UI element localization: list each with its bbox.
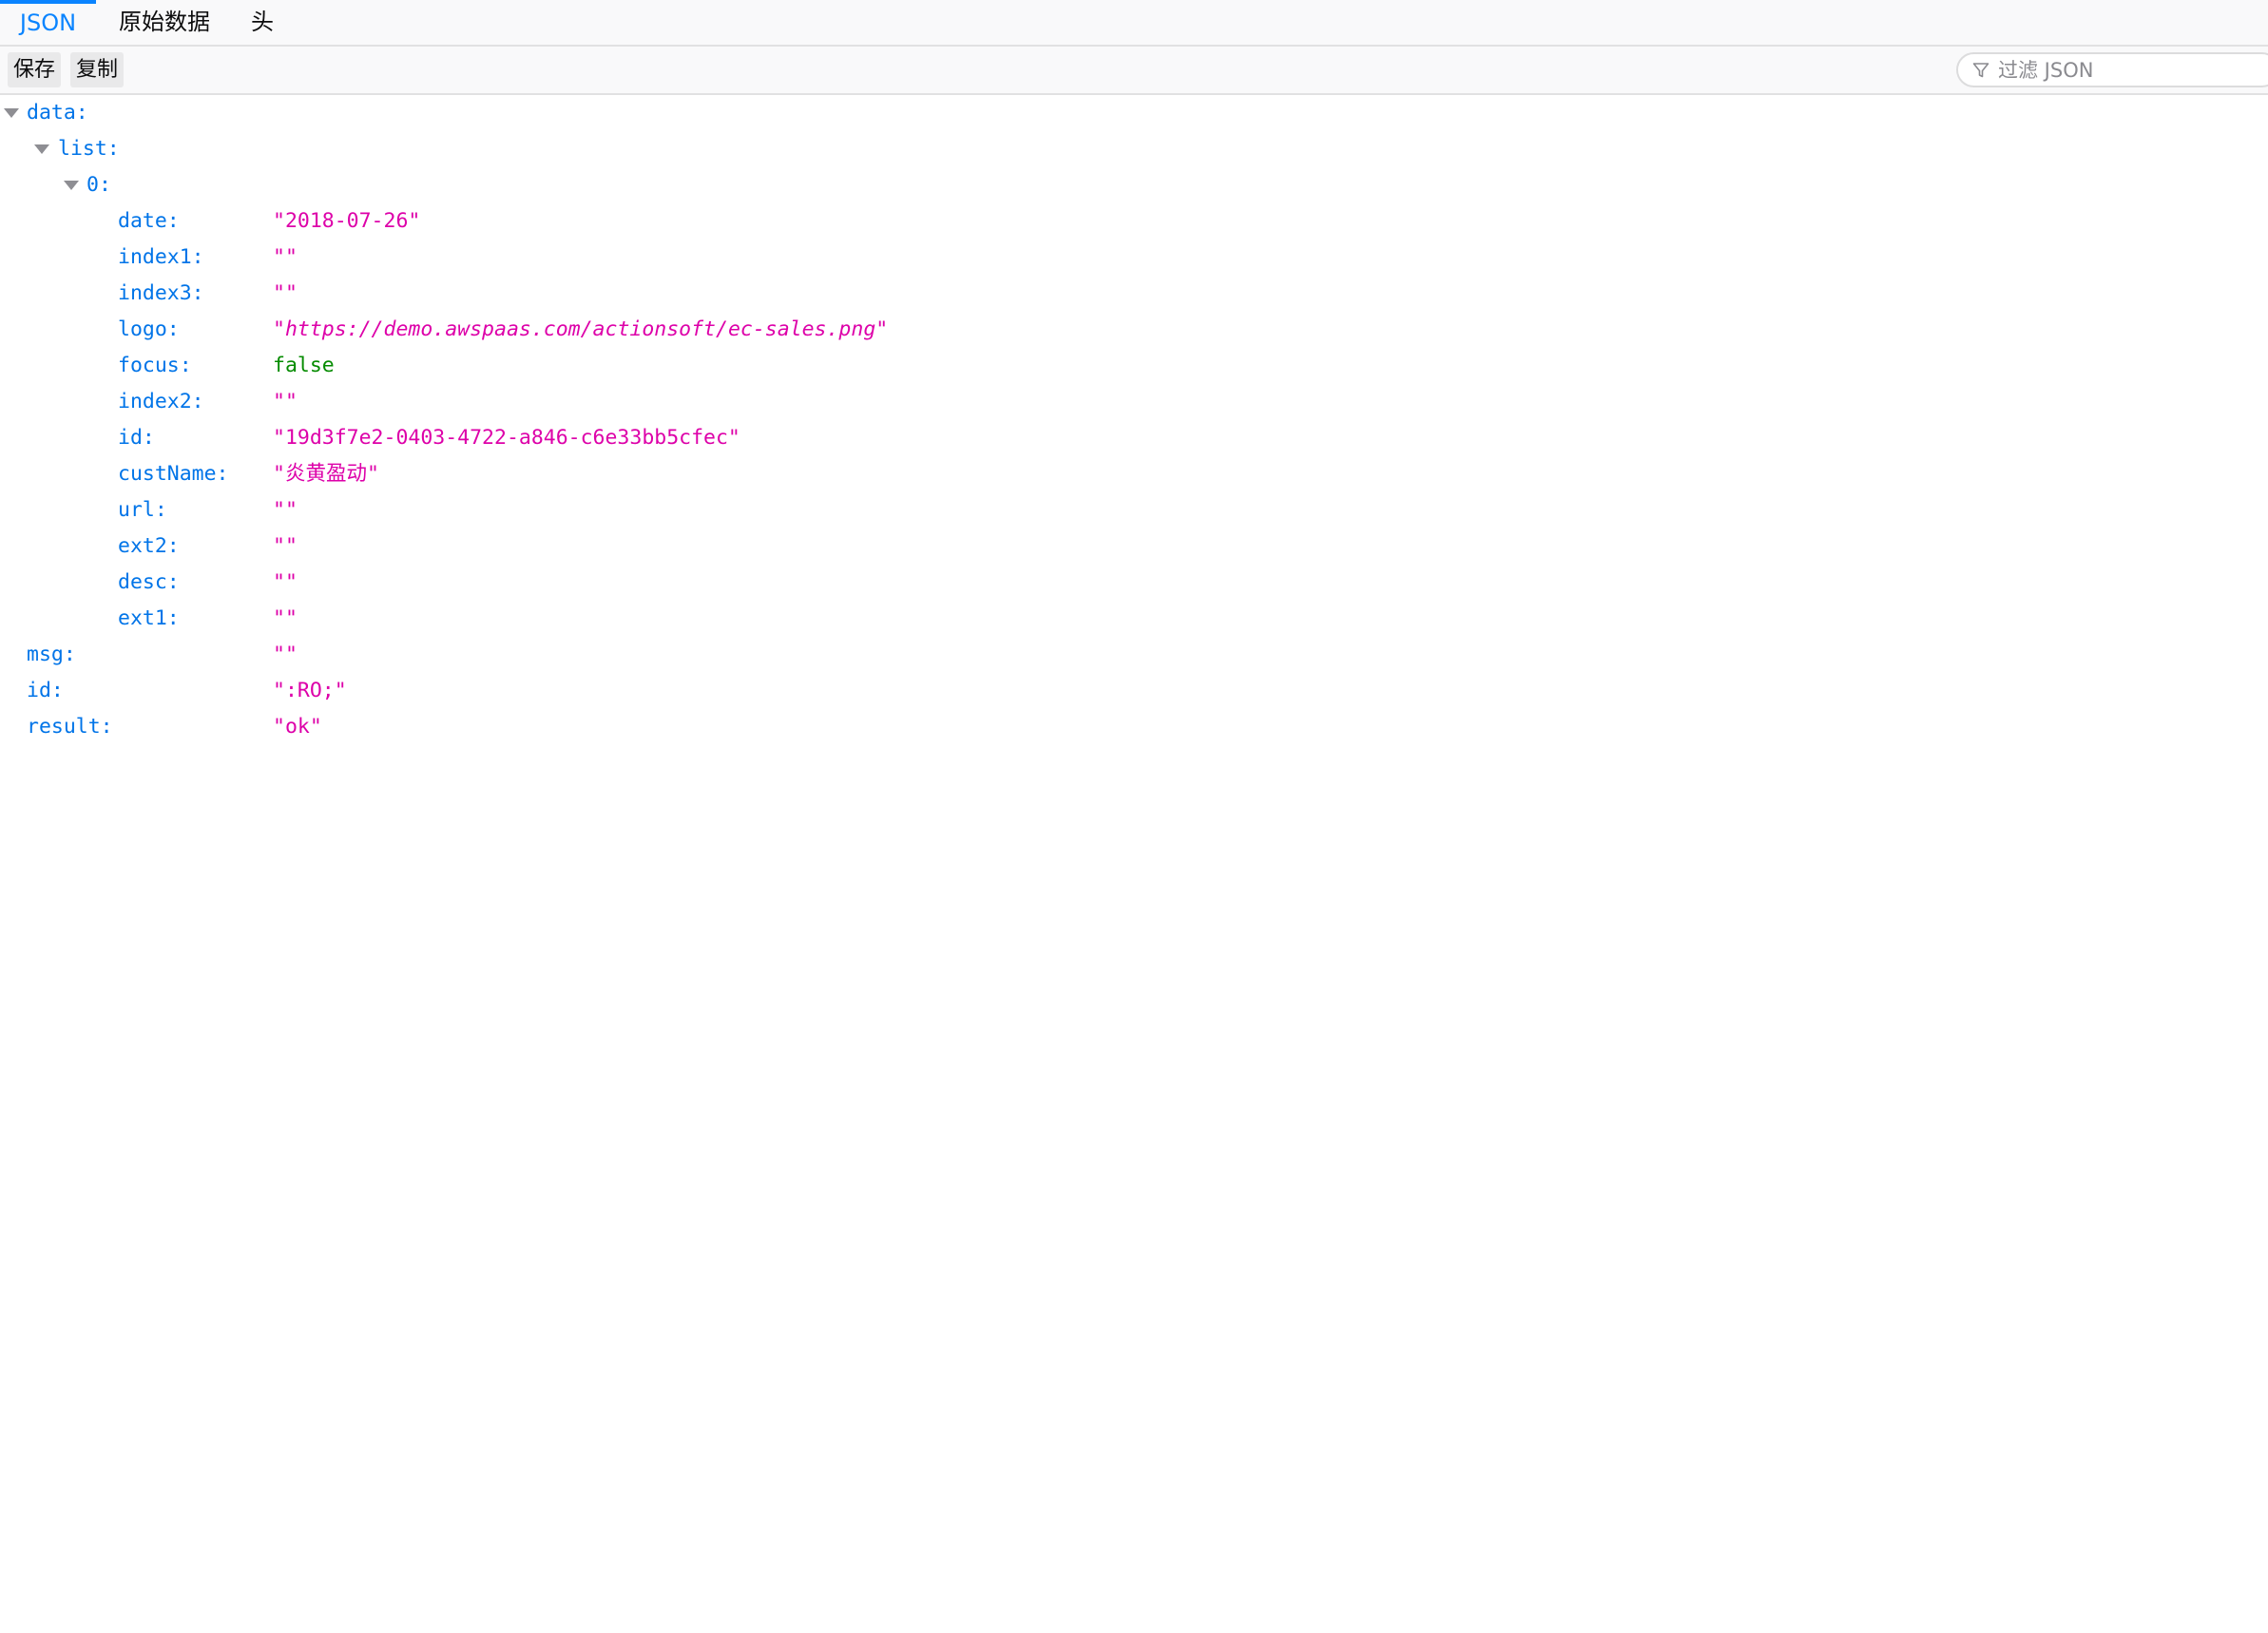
tab-headers[interactable]: 头	[243, 0, 281, 45]
tree-value: "2018-07-26"	[273, 209, 421, 233]
tree-key: desc:	[118, 570, 180, 594]
tree-value: ""	[273, 498, 298, 522]
tree-row-index3[interactable]: index3: ""	[0, 276, 2268, 312]
tree-key: list:	[58, 137, 120, 161]
tree-value: "https://demo.awspaas.com/actionsoft/ec-…	[273, 312, 888, 348]
tree-value: ""	[273, 281, 298, 305]
tree-key: ext2:	[118, 534, 180, 558]
tree-key: index3:	[118, 281, 204, 305]
tree-row-index1[interactable]: index1: ""	[0, 240, 2268, 276]
tab-bar: JSON 原始数据 头	[0, 0, 2268, 47]
tree-key: date:	[118, 209, 180, 233]
tree-row-url[interactable]: url: ""	[0, 492, 2268, 528]
tree-key: result:	[27, 715, 113, 739]
tree-row-focus[interactable]: focus: false	[0, 348, 2268, 384]
tree-key: logo:	[118, 317, 180, 341]
tree-row-item-0[interactable]: 0:	[0, 167, 2268, 203]
tree-key: index2:	[118, 390, 204, 413]
quote-close: "	[875, 317, 889, 341]
save-button[interactable]: 保存	[8, 52, 62, 87]
filter-json-input[interactable]	[1998, 56, 2264, 85]
logo-url-link[interactable]: https://demo.awspaas.com/actionsoft/ec-s…	[285, 317, 875, 341]
toolbar: 保存 复制	[0, 47, 2268, 95]
expand-toggle-icon[interactable]	[64, 181, 79, 190]
tree-value: "炎黄盈动"	[273, 462, 379, 486]
tree-key: index1:	[118, 245, 204, 269]
tree-row-ext1[interactable]: ext1: ""	[0, 601, 2268, 637]
tree-key: ext1:	[118, 606, 180, 630]
tab-json[interactable]: JSON	[0, 0, 96, 45]
tree-key: url:	[118, 498, 167, 522]
tree-row-list[interactable]: list:	[0, 131, 2268, 167]
tree-value: "19d3f7e2-0403-4722-a846-c6e33bb5cfec"	[273, 426, 740, 450]
tree-row-index2[interactable]: index2: ""	[0, 384, 2268, 420]
tab-raw-data[interactable]: 原始数据	[111, 0, 218, 45]
quote-open: "	[273, 317, 285, 341]
tree-value: "ok"	[273, 715, 322, 739]
tree-row-data[interactable]: data:	[0, 95, 2268, 131]
tree-key: focus:	[118, 354, 192, 377]
tree-row-date[interactable]: date: "2018-07-26"	[0, 203, 2268, 240]
tree-value: ""	[273, 390, 298, 413]
filter-box[interactable]	[1956, 52, 2268, 87]
tree-key: msg:	[27, 643, 76, 666]
tree-row-root-id[interactable]: id: ":RO;"	[0, 673, 2268, 709]
tree-row-result[interactable]: result: "ok"	[0, 709, 2268, 745]
tree-value: ":RO;"	[273, 679, 347, 702]
tree-key: 0:	[86, 173, 111, 197]
tree-key: custName:	[118, 462, 229, 486]
tree-key: data:	[27, 101, 88, 125]
expand-toggle-icon[interactable]	[34, 144, 49, 154]
tree-row-ext2[interactable]: ext2: ""	[0, 528, 2268, 565]
filter-icon	[1972, 63, 1989, 78]
tree-value: ""	[273, 570, 298, 594]
tree-value: ""	[273, 643, 298, 666]
tree-value: ""	[273, 606, 298, 630]
tree-row-desc[interactable]: desc: ""	[0, 565, 2268, 601]
tree-row-msg[interactable]: msg: ""	[0, 637, 2268, 673]
tree-value: false	[273, 354, 335, 377]
tree-row-id[interactable]: id: "19d3f7e2-0403-4722-a846-c6e33bb5cfe…	[0, 420, 2268, 456]
tree-row-custname[interactable]: custName: "炎黄盈动"	[0, 456, 2268, 492]
expand-toggle-icon[interactable]	[4, 108, 19, 118]
tree-value: ""	[273, 245, 298, 269]
tree-key: id:	[27, 679, 64, 702]
tree-value: ""	[273, 534, 298, 558]
tree-row-logo[interactable]: logo: "https://demo.awspaas.com/actionso…	[0, 312, 2268, 348]
tree-key: id:	[118, 426, 155, 450]
copy-button[interactable]: 复制	[70, 52, 125, 87]
